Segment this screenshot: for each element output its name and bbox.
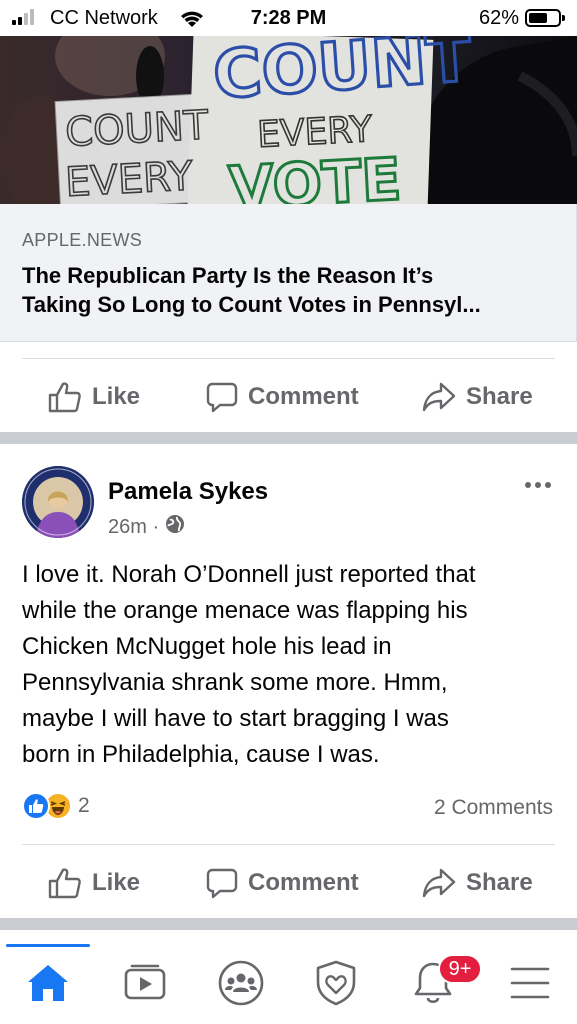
comment-label: Comment [248, 869, 359, 896]
link-preview-card[interactable]: APPLE.NEWS The Republican Party Is the R… [0, 204, 577, 342]
battery-icon [525, 9, 565, 27]
post-text-line: while the orange menace was flapping his [22, 597, 468, 624]
comment-button[interactable]: Comment [206, 858, 359, 908]
divider [22, 844, 555, 845]
post-actions-bar: Like Comment Share [0, 858, 577, 908]
share-icon [422, 382, 456, 412]
post-text: I love it. Norah O’Donnell just reported… [22, 557, 562, 773]
more-options-button[interactable] [521, 478, 555, 492]
reaction-count: 2 [78, 794, 90, 817]
comment-button[interactable]: Comment [206, 372, 359, 422]
share-label: Share [466, 383, 533, 410]
post-text-line: maybe I will have to start bragging I wa… [22, 705, 449, 732]
tab-home[interactable] [19, 956, 77, 1014]
status-bar: CC Network 7:28 PM 62% [0, 0, 577, 36]
sign-right-line3: VOTE [227, 145, 403, 204]
battery-percent: 62% [478, 7, 519, 29]
link-title: The Republican Party Is the Reason It’s … [22, 261, 554, 319]
tab-watch[interactable] [116, 956, 174, 1014]
share-icon [422, 868, 456, 898]
like-button[interactable]: Like [48, 372, 140, 422]
post-text-line: Chicken McNugget hole his lead in [22, 633, 392, 660]
link-domain: APPLE.NEWS [22, 230, 143, 250]
comment-icon [206, 867, 238, 899]
avatar[interactable] [22, 466, 94, 538]
like-button[interactable]: Like [48, 858, 140, 908]
tab-dating[interactable] [307, 956, 365, 1014]
divider [22, 358, 555, 359]
feed-separator [0, 918, 577, 930]
post-text-line: born in Philadelphia, cause I was. [22, 741, 380, 768]
thumbs-up-icon [48, 381, 82, 413]
notifications-badge: 9+ [438, 954, 482, 984]
post-meta: 26m · [108, 514, 185, 540]
menu-icon [510, 965, 550, 1006]
like-reaction-icon [22, 792, 50, 820]
sign-left-line1: COUNT [64, 103, 210, 156]
author-name[interactable]: Pamela Sykes [108, 478, 268, 506]
post-text-line: Pennsylvania shrank some more. Hmm, [22, 669, 448, 696]
globe-icon [165, 514, 185, 540]
link-title-line: Taking So Long to Count Votes in Pennsyl… [22, 292, 481, 317]
dating-icon [314, 960, 358, 1011]
active-tab-indicator [6, 944, 90, 947]
share-button[interactable]: Share [422, 372, 533, 422]
link-title-line: The Republican Party Is the Reason It’s [22, 263, 434, 288]
feed-separator [0, 432, 577, 444]
like-label: Like [92, 383, 141, 410]
post-text-line: I love it. Norah O’Donnell just reported… [22, 561, 476, 588]
watch-icon [123, 964, 167, 1007]
link-preview-image[interactable]: COUNT EVERY COUNT EVERY VOTE [0, 36, 577, 204]
share-button[interactable]: Share [422, 858, 533, 908]
groups-icon [217, 959, 265, 1012]
sign-left-line2: EVERY [64, 153, 194, 204]
share-label: Share [466, 869, 533, 896]
post-time[interactable]: 26m · [108, 516, 159, 539]
home-icon [26, 963, 70, 1008]
thumbs-up-icon [48, 867, 82, 899]
comments-count-link[interactable]: 2 Comments [434, 796, 553, 820]
like-label: Like [92, 869, 141, 896]
bottom-tab-bar [0, 944, 577, 1024]
comment-icon [206, 381, 238, 413]
comment-label: Comment [248, 383, 359, 410]
reactions-summary[interactable]: 2 [22, 792, 90, 820]
post-actions-bar: Like Comment Share [0, 372, 577, 422]
tab-groups[interactable] [212, 956, 270, 1014]
tab-menu[interactable] [501, 956, 559, 1014]
